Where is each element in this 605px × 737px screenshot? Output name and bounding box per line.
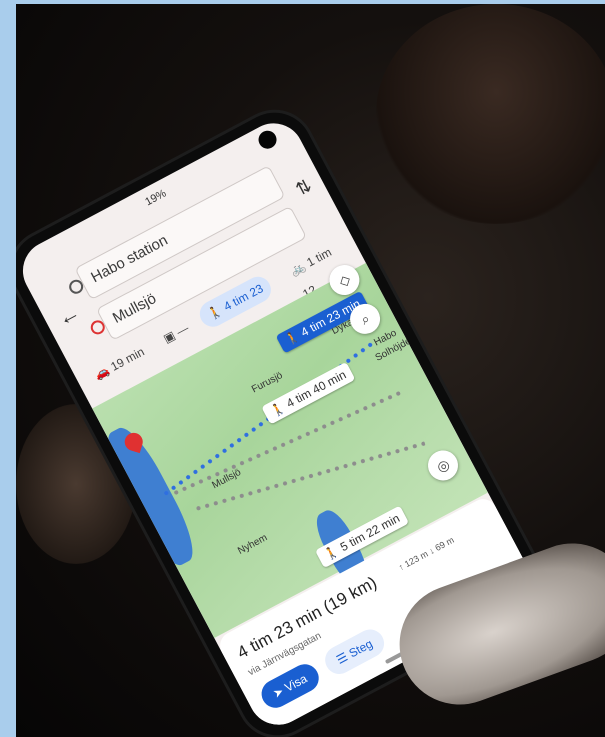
hand-shadow [376,4,605,224]
transit-icon: ▣ [160,328,178,346]
mode-transit[interactable]: ▣ — [151,312,201,355]
walk-icon: 🚶 [321,543,342,563]
car-icon: 🚗 [92,362,112,383]
recenter-icon[interactable]: ◎ [422,445,464,486]
photo-background: 19% ← ⇅ Habo station Mullsjö 🚗 19 min ▣ … [16,4,605,737]
walk-icon: 🚶 [282,328,303,349]
bike-icon: 🚲 [288,258,308,279]
place-label: Nyhem [236,532,270,557]
arrow-left-icon[interactable]: ← [53,299,85,332]
walk-icon: 🚶 [205,302,225,323]
elevation-info: ↑ 123 m ↓ 69 m [396,534,456,573]
battery-level: 19% [143,187,169,209]
swap-vertical-icon[interactable]: ⇅ [292,175,315,201]
place-label: Furusjö [249,370,285,396]
steps-button[interactable]: ☰ Steg [320,624,389,679]
walk-icon: 🚶 [267,399,288,420]
